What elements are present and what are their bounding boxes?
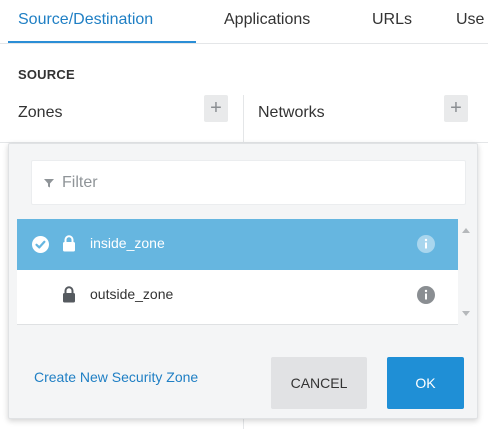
tab-source-destination[interactable]: Source/Destination [18, 0, 153, 43]
filter-input[interactable] [62, 161, 457, 204]
scroll-down-arrow-icon[interactable] [462, 311, 470, 317]
section-title-source: SOURCE [18, 67, 75, 82]
active-tab-indicator [8, 41, 196, 43]
create-security-zone-link[interactable]: Create New Security Zone [34, 369, 198, 385]
tab-users[interactable]: Use [456, 0, 484, 43]
ok-button[interactable]: OK [387, 357, 464, 409]
tab-bar: Source/Destination Applications URLs Use [0, 0, 488, 44]
zone-picker-popover: inside_zone outside_zone [8, 143, 478, 419]
add-zone-button[interactable]: + [204, 95, 228, 122]
list-item-outside-zone[interactable]: outside_zone [17, 270, 458, 321]
info-icon[interactable] [417, 235, 435, 253]
zones-label: Zones [18, 104, 63, 121]
tab-urls[interactable]: URLs [372, 0, 412, 43]
cancel-button[interactable]: CANCEL [271, 357, 367, 409]
add-network-button[interactable]: + [444, 95, 468, 122]
scroll-up-arrow-icon[interactable] [462, 227, 470, 233]
info-icon[interactable] [417, 286, 435, 304]
list-scrollbar[interactable] [458, 219, 474, 325]
networks-label: Networks [258, 104, 325, 121]
check-circle-icon [32, 236, 49, 253]
list-item-inside-zone[interactable]: inside_zone [17, 219, 458, 270]
zone-label: outside_zone [90, 286, 174, 302]
filter-icon [44, 179, 54, 188]
tab-applications[interactable]: Applications [224, 0, 310, 43]
filter-box [31, 160, 466, 205]
lock-icon [63, 286, 75, 303]
lock-icon [63, 235, 75, 252]
zone-label: inside_zone [90, 235, 165, 251]
zone-list: inside_zone outside_zone [17, 219, 458, 325]
